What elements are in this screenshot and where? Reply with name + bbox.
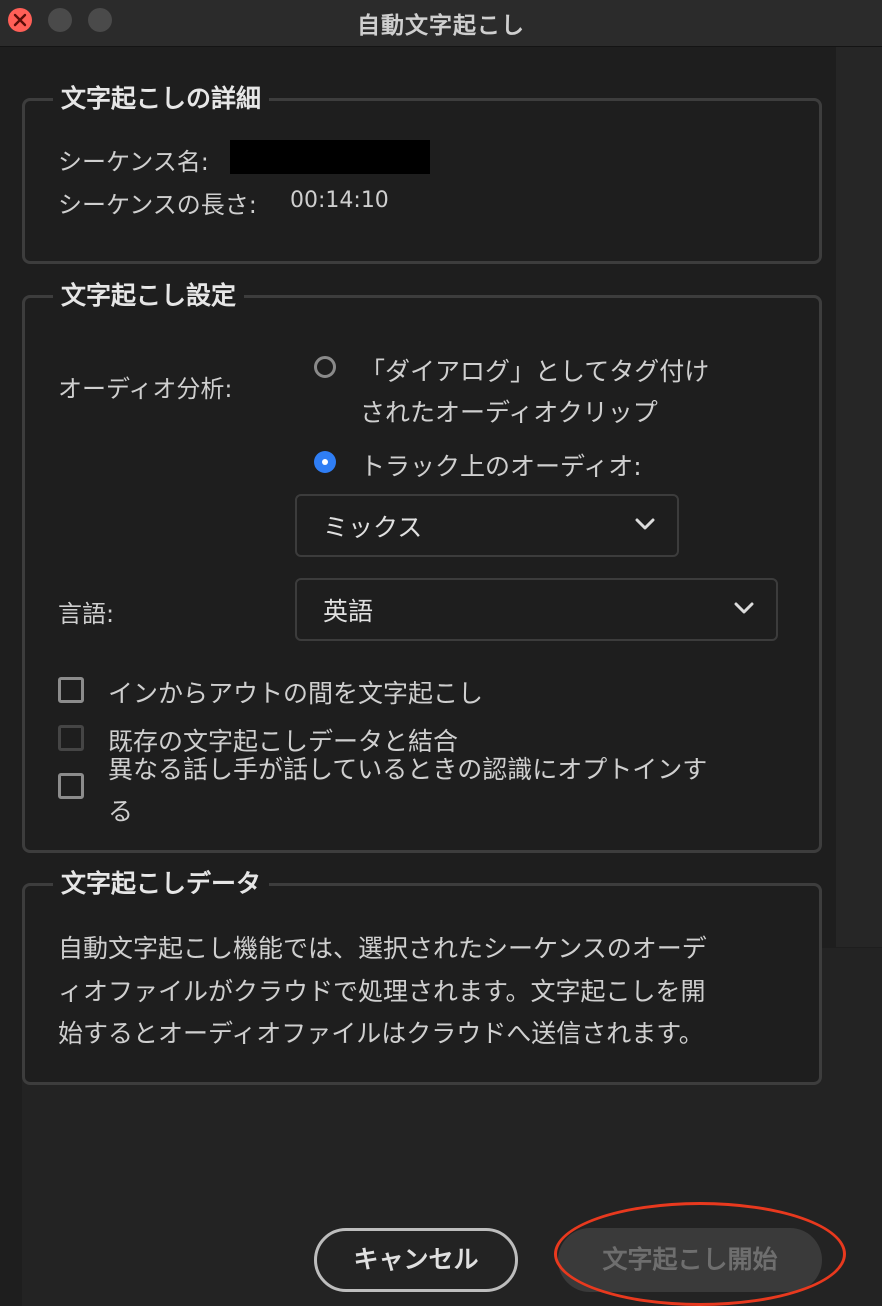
sequence-name-redacted [230, 140, 430, 174]
sequence-length-label: シーケンスの長さ: [58, 191, 257, 219]
checkbox-in-out-label[interactable]: インからアウトの間を文字起こし [108, 674, 483, 710]
radio-dialogue-clips[interactable] [314, 356, 336, 378]
radio-dialogue-label-line2[interactable]: されたオーディオクリップ [360, 393, 658, 429]
radio-track-label[interactable]: トラック上のオーディオ: [360, 447, 642, 483]
annotation-highlight-ring [554, 1202, 846, 1306]
section-title: 文字起こし設定 [61, 281, 237, 310]
section-title: 文字起こしの詳細 [61, 84, 262, 113]
language-value: 英語 [323, 597, 374, 626]
checkbox-speakers-label[interactable]: 異なる話し手が話しているときの認識にオプトインす [108, 750, 707, 786]
checkbox-speakers[interactable] [58, 773, 84, 799]
data-notice-line: 始するとオーディオファイルはクラウドへ送信されます。 [58, 1019, 704, 1048]
chevron-down-icon [734, 602, 754, 614]
language-dropdown[interactable]: 英語 [295, 578, 778, 641]
section-title: 文字起こしデータ [61, 869, 262, 898]
track-mix-dropdown[interactable]: ミックス [295, 494, 679, 557]
radio-track-audio[interactable] [314, 451, 336, 473]
language-label: 言語: [58, 600, 115, 628]
data-notice-line: 自動文字起こし機能では、選択されたシーケンスのオーデ [58, 934, 707, 963]
radio-dialogue-label[interactable]: 「ダイアログ」としてタグ付け [360, 352, 709, 388]
checkbox-in-out[interactable] [58, 677, 84, 703]
cancel-button[interactable]: キャンセル [314, 1228, 518, 1292]
chevron-down-icon [635, 518, 655, 530]
checkbox-merge[interactable] [58, 725, 84, 751]
audio-analysis-label: オーディオ分析: [58, 375, 233, 403]
checkbox-speakers-label-line2[interactable]: る [108, 792, 133, 828]
track-mix-value: ミックス [323, 513, 423, 542]
sequence-length-value: 00:14:10 [290, 188, 389, 213]
background-panel [836, 47, 882, 947]
data-notice-line: ィオファイルがクラウドで処理されます。文字起こしを開 [58, 977, 706, 1006]
title-bar: 自動文字起こし [0, 0, 882, 47]
window-title: 自動文字起こし [357, 13, 525, 39]
sequence-name-label: シーケンス名: [58, 148, 209, 176]
